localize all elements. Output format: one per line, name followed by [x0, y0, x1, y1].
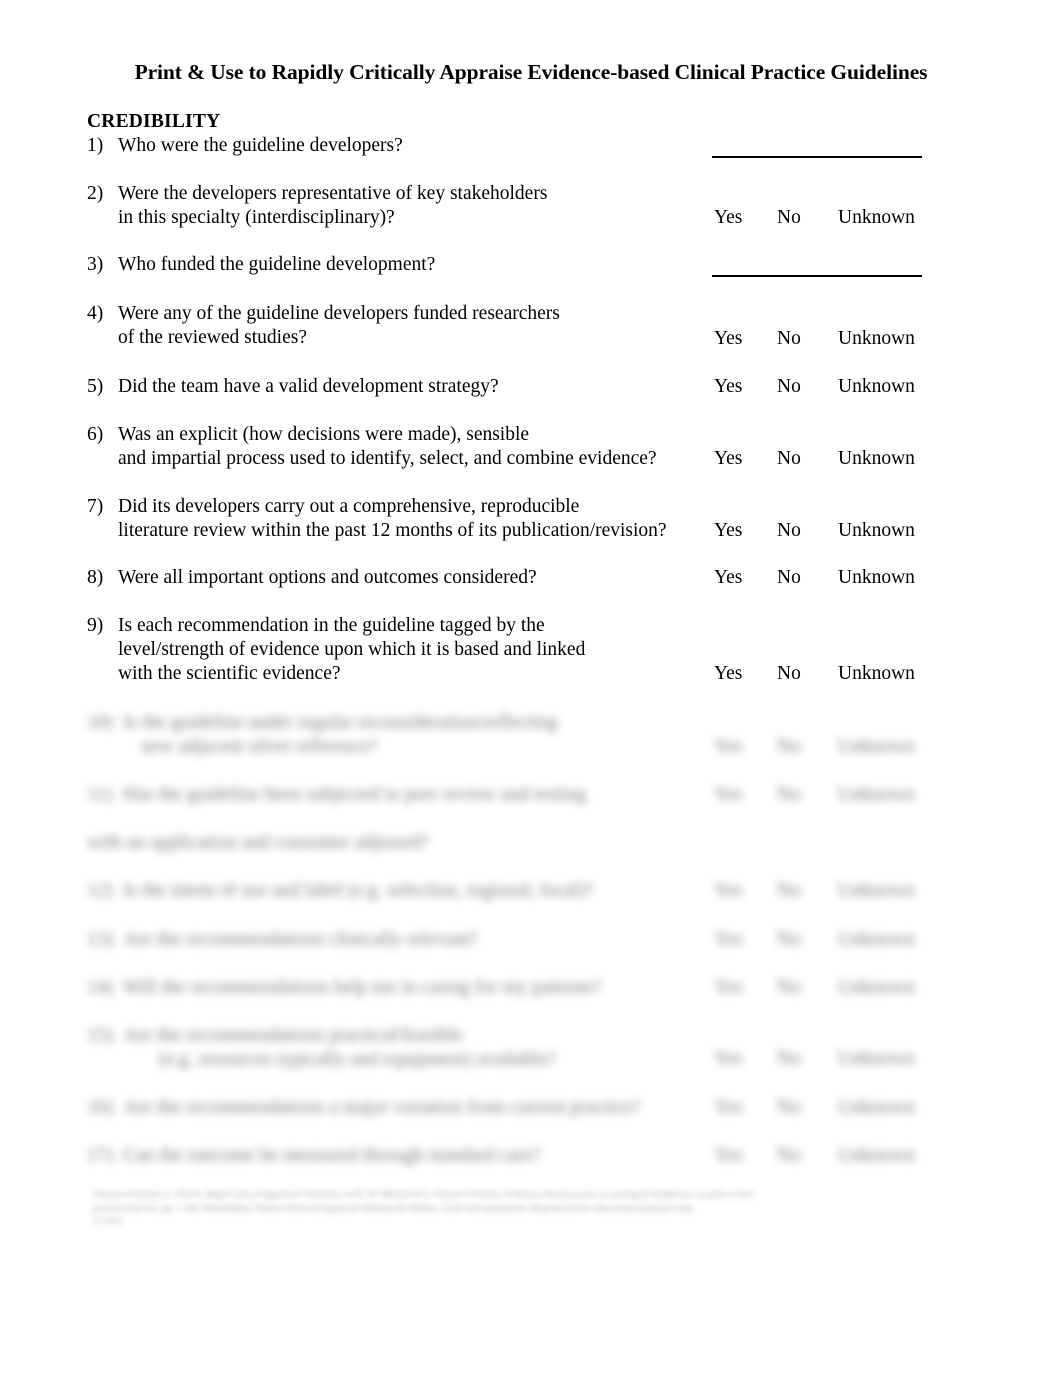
answer-unknown[interactable]: Unknown	[838, 976, 915, 1000]
answer-unknown[interactable]: Unknown	[838, 1096, 915, 1120]
question-number: 17)	[87, 1145, 113, 1166]
answer-no[interactable]: No	[777, 879, 815, 903]
answer-no[interactable]: No	[777, 928, 815, 952]
question-number: 10)	[87, 712, 113, 733]
answer-unknown[interactable]: Unknown	[838, 1144, 915, 1168]
footnote-line: practice (2nd ed., pp. 1-18). Philadelph…	[93, 1202, 695, 1214]
answer-yes[interactable]: Yes	[714, 1047, 762, 1071]
question-text: Can the outcome be measured through stan…	[123, 1145, 541, 1166]
answer-no[interactable]: No	[777, 735, 815, 759]
question-number: 15)	[87, 1025, 113, 1046]
question-text: Is the intent of use and label (e.g. sel…	[123, 880, 593, 901]
answer-unknown[interactable]: Unknown	[838, 735, 915, 759]
obscured-questions-region: 10) Is the guideline under regular recon…	[0, 0, 1062, 1180]
answer-yes[interactable]: Yes	[714, 735, 762, 759]
answer-yes[interactable]: Yes	[714, 1144, 762, 1168]
answer-yes[interactable]: Yes	[714, 783, 762, 807]
answer-yes[interactable]: Yes	[714, 879, 762, 903]
answer-unknown[interactable]: Unknown	[838, 928, 915, 952]
question-number: 13)	[87, 929, 113, 950]
question-text: Has the guideline been subjected to peer…	[123, 784, 586, 805]
question-text: Are the recommendations clinically relev…	[123, 929, 479, 950]
question-text: Will the recommendations help me in cari…	[123, 977, 602, 998]
footnote-citation: Fineout-Overholt, E. (2010). Rapid Criti…	[93, 1188, 965, 1229]
answer-no[interactable]: No	[777, 976, 815, 1000]
answer-yes[interactable]: Yes	[714, 1096, 762, 1120]
question-number: 14)	[87, 977, 113, 998]
question-text: Are the recommendations practical/feasib…	[123, 1025, 556, 1070]
answer-unknown[interactable]: Unknown	[838, 879, 915, 903]
document-page: Print & Use to Rapidly Critically Apprai…	[0, 0, 1062, 1377]
question-number: 11)	[87, 784, 113, 805]
answer-no[interactable]: No	[777, 1047, 815, 1071]
question-number: 12)	[87, 880, 113, 901]
answer-yes[interactable]: Yes	[714, 928, 762, 952]
answer-no[interactable]: No	[777, 1096, 815, 1120]
answer-unknown[interactable]: Unknown	[838, 1047, 915, 1071]
footnote-line: © 2010	[93, 1216, 122, 1227]
answer-unknown[interactable]: Unknown	[838, 783, 915, 807]
answer-no[interactable]: No	[777, 783, 815, 807]
question-number: 16)	[87, 1097, 113, 1118]
footnote-line: Fineout-Overholt, E. (2010). Rapid Criti…	[93, 1189, 754, 1200]
question-text: Are the recommendations a major variatio…	[123, 1097, 641, 1118]
answer-no[interactable]: No	[777, 1144, 815, 1168]
question-text: Is the guideline under regular reconside…	[123, 712, 558, 757]
question-text: with an application and consumer adjuste…	[87, 832, 429, 853]
answer-yes[interactable]: Yes	[714, 976, 762, 1000]
